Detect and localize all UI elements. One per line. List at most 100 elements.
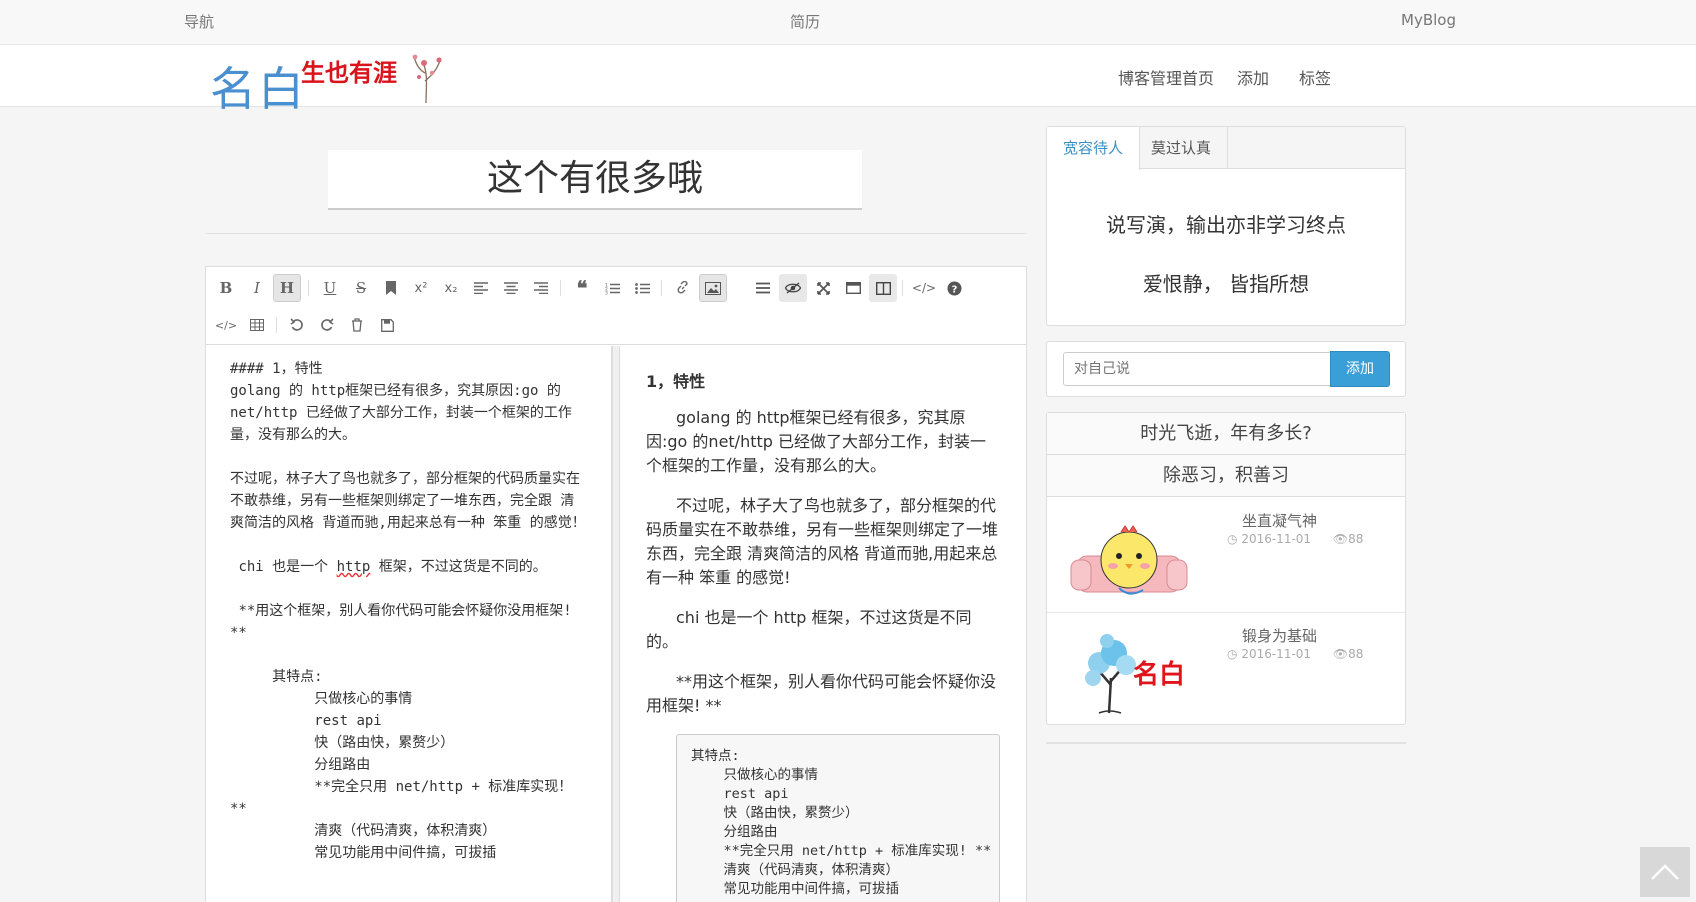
tree-logo-thumbnail: 名白 [1085,634,1185,714]
redo-icon[interactable] [313,311,341,339]
post-views: 88 [1348,532,1364,546]
subscript-icon[interactable]: x₂ [437,274,465,302]
title-divider [206,233,1026,234]
markdown-editor: B I H U S x² x₂ ❝ 123 </> ? </> #### 1，特… [205,266,1027,902]
ordered-list-icon[interactable]: 123 [598,274,626,302]
recent-posts-panel: 时光飞逝，年有多长? 除恶习，积善习 坐直凝气神 ◷ 2016-11-01 👁8… [1046,412,1406,725]
add-button[interactable]: 添加 [1330,351,1390,387]
eye-icon[interactable] [779,274,807,302]
self-talk-panel: 添加 [1046,341,1406,397]
tab-serious[interactable]: 莫过认真 [1135,127,1229,169]
source-paragraph: chi 也是一个 http 框架，不过这货是不同的。 [230,556,587,578]
post-item[interactable]: 名白 锻身为基础 ◷ 2016-11-01 👁88 [1047,613,1405,728]
header-link-admin-home[interactable]: 博客管理首页 [1118,65,1214,89]
link-icon[interactable] [669,274,697,302]
help-icon[interactable]: ? [940,274,968,302]
toolbar-separator [661,280,662,296]
section-heading: 时光飞逝，年有多长? [1047,413,1405,455]
align-left-icon[interactable] [467,274,495,302]
toolbar-separator [308,280,309,296]
post-date: 2016-11-01 [1241,532,1312,546]
site-header: 名白 生也有涯 博客管理首页 添加 标签 [0,45,1696,116]
bold-icon[interactable]: B [212,274,240,302]
section-heading: 除恶习，积善习 [1047,455,1405,497]
post-meta: ◷ 2016-11-01 👁88 [1227,647,1363,661]
post-title-input[interactable]: 这个有很多哦 [328,150,862,210]
clock-icon: ◷ [1227,532,1238,546]
menu-icon[interactable] [749,274,777,302]
header-link-tags[interactable]: 标签 [1299,65,1331,89]
superscript-icon[interactable]: x² [407,274,435,302]
self-talk-input[interactable] [1063,352,1331,386]
source-paragraph: 不过呢，林子大了鸟也就多了，部分框架的代码质量实在不敢恭维，另有一些框架则绑定了… [230,471,586,531]
header-link-add[interactable]: 添加 [1237,65,1269,89]
editor-toolbar: B I H U S x² x₂ ❝ 123 </> ? </> [206,267,1026,345]
toolbar-separator [560,280,561,296]
plum-blossom-icon [412,54,442,104]
back-to-top-button[interactable] [1640,847,1690,897]
source-heading-line: #### 1，特性 [230,361,323,377]
source-text: chi 也是一个 [230,559,337,575]
eye-views-icon: 👁 [1332,532,1349,546]
post-title[interactable]: 锻身为基础 [1242,625,1317,646]
logo-sub-text: 生也有涯 [301,59,397,87]
source-text: 框架，不过这货是不同的。 [370,559,547,575]
preview-paragraph: 不过呢，林子大了鸟也就多了，部分框架的代码质量实在不敢恭维，另有一些框架则绑定了… [646,496,999,587]
fullscreen-icon[interactable] [809,274,837,302]
motto-tabs: 宽容待人 莫过认真 [1047,127,1405,170]
thumbnail-logo-text: 名白 [1133,659,1185,690]
motto-line: 说写演，输出亦非学习终点 [1106,213,1346,237]
pane-divider[interactable] [612,346,620,902]
preview-code-block: 其特点: 只做核心的事情 rest api 快（路由快，累赘少） 分组路由 **… [676,734,1000,902]
code-block-icon[interactable]: </> [212,311,240,339]
clock-icon: ◷ [1227,647,1238,661]
image-icon[interactable] [699,274,727,302]
columns-icon[interactable] [869,274,897,302]
post-item[interactable]: 坐直凝气神 ◷ 2016-11-01 👁88 [1047,498,1405,613]
save-icon[interactable] [373,311,401,339]
preview-paragraph: golang 的 http框架已经有很多，究其原因:go 的net/http 已… [646,408,987,475]
preview-heading: 1，特性 [646,372,706,391]
preview-paragraph: chi 也是一个 http 框架，不过这货是不同的。 [646,608,972,651]
source-paragraph: golang 的 http框架已经有很多，究其原因:go 的net/http 已… [230,383,572,443]
post-title[interactable]: 坐直凝气神 [1242,510,1317,531]
chevron-up-icon [1651,864,1679,880]
nav-link-resume[interactable]: 简历 [790,11,820,32]
heading-icon[interactable]: H [273,274,301,302]
align-right-icon[interactable] [527,274,555,302]
tab-tolerance[interactable]: 宽容待人 [1047,127,1141,170]
preview-paragraph: **用这个框架，别人看你代码可能会怀疑你没用框架! ** [646,672,997,715]
source-code-block: 其特点: 只做核心的事情 rest api 快（路由快，累赘少） 分组路由 **… [230,669,573,861]
site-logo[interactable]: 名白 生也有涯 [208,47,448,116]
sidebar-divider [1046,742,1406,744]
unordered-list-icon[interactable] [628,274,656,302]
table-icon[interactable] [243,311,271,339]
post-views: 88 [1348,647,1364,661]
strikethrough-icon[interactable]: S [347,274,375,302]
top-navbar: 导航 简历 MyBlog [0,0,1696,45]
bookmark-icon[interactable] [377,274,405,302]
toolbar-separator [902,280,903,296]
align-center-icon[interactable] [497,274,525,302]
spellcheck-word: http [336,559,371,575]
source-paragraph: **用这个框架，别人看你代码可能会怀疑你没用框架! ** [230,603,581,641]
logo-main-text: 名白 [210,62,306,116]
italic-icon[interactable]: I [243,274,271,302]
post-date: 2016-11-01 [1241,647,1312,661]
svg-text:3: 3 [605,290,608,295]
underline-icon[interactable]: U [316,274,344,302]
motto-panel: 宽容待人 莫过认真 说写演，输出亦非学习终点 爱恨静， 皆指所想 [1046,126,1406,326]
undo-icon[interactable] [283,311,311,339]
trash-icon[interactable] [343,311,371,339]
post-meta: ◷ 2016-11-01 👁88 [1227,532,1363,546]
markdown-source-pane[interactable]: #### 1，特性 golang 的 http框架已经有很多，究其原因:go 的n… [206,346,612,902]
quote-icon[interactable]: ❝ [568,274,596,302]
window-icon[interactable] [839,274,867,302]
toolbar-separator [276,317,277,333]
code-icon[interactable]: </> [910,274,938,302]
nav-link-guide[interactable]: 导航 [184,11,214,32]
nav-link-myblog[interactable]: MyBlog [1401,11,1456,29]
markdown-preview-pane: 1，特性 golang 的 http框架已经有很多，究其原因:go 的net/h… [620,346,1026,902]
motto-line: 爱恨静， 皆指所想 [1142,272,1310,296]
chick-thumbnail [1070,525,1188,595]
